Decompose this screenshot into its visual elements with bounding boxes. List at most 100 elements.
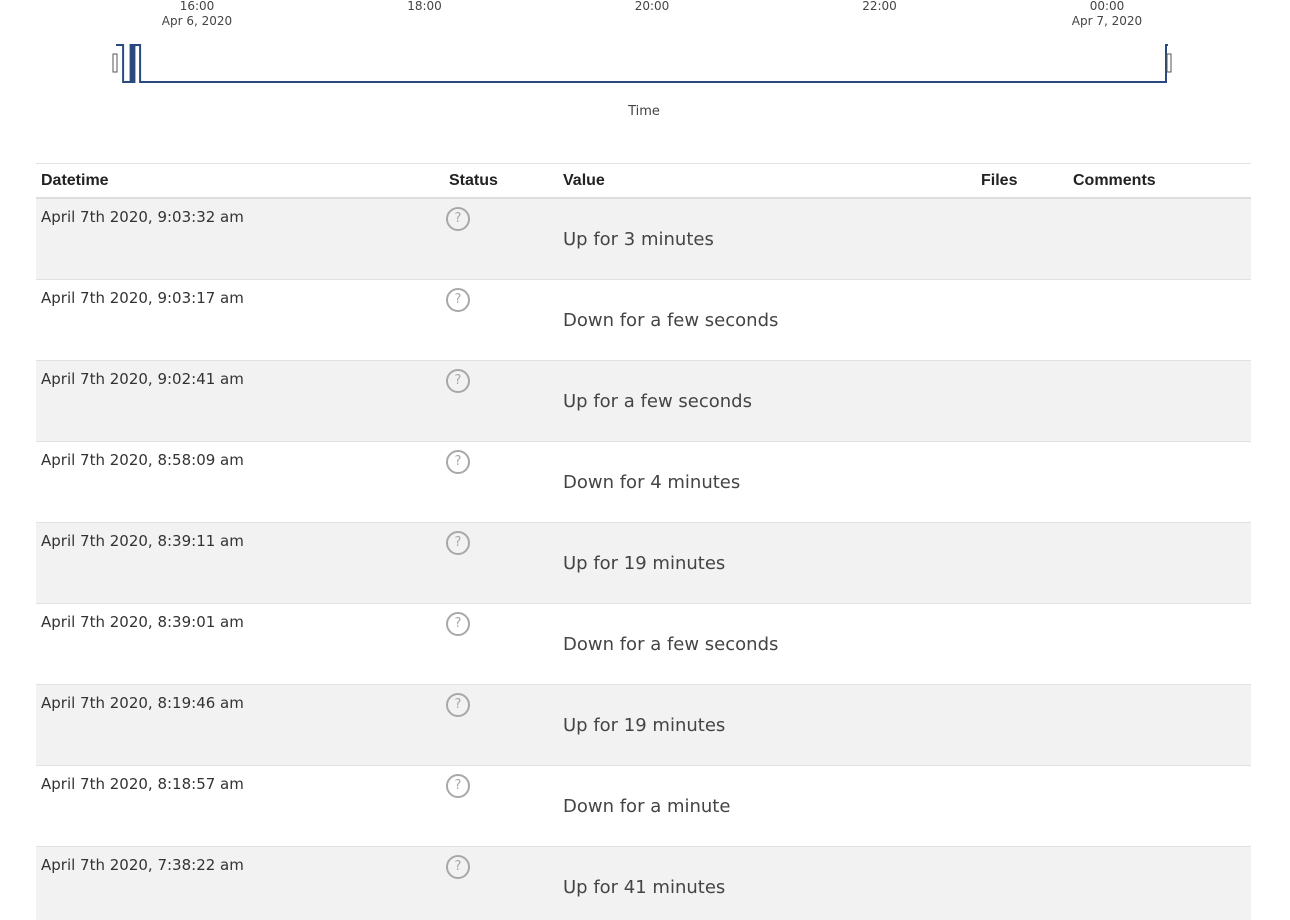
table-row[interactable]: April 7th 2020, 7:38:22 am? Up for 41 min… xyxy=(36,846,1251,920)
cell-status: ? xyxy=(444,522,558,603)
cell-files xyxy=(976,198,1068,279)
range-handle-left[interactable] xyxy=(112,53,118,73)
x-tick-label: 22:00 xyxy=(862,0,897,13)
cell-value: Up for 41 minutes xyxy=(558,846,976,920)
x-tick-label: 16:00 xyxy=(180,0,215,13)
table-body: April 7th 2020, 9:03:32 am? Up for 3 minu… xyxy=(36,198,1251,920)
datetime-text: April 7th 2020, 9:03:32 am xyxy=(41,208,244,226)
datetime-text: April 7th 2020, 8:58:09 am xyxy=(41,450,244,469)
table-row[interactable]: April 7th 2020, 8:18:57 am? Down for a mi… xyxy=(36,765,1251,846)
cell-comments xyxy=(1068,684,1251,765)
cell-datetime: April 7th 2020, 8:39:01 am xyxy=(36,603,444,684)
status-timeline-chart[interactable]: 16:00 Apr 6, 2020 18:00 20:00 22:00 00:00 Apr … xyxy=(0,0,1290,130)
question-circle-icon[interactable]: ? xyxy=(446,854,470,879)
cell-status: ? xyxy=(444,684,558,765)
cell-status: ? xyxy=(444,441,558,522)
cell-value: Down for a minute xyxy=(558,765,976,846)
cell-value: Up for 3 minutes xyxy=(558,198,976,279)
cell-comments xyxy=(1068,846,1251,920)
datetime-text: April 7th 2020, 9:03:17 am xyxy=(41,288,244,307)
cell-status: ? xyxy=(444,846,558,920)
datetime-text: April 7th 2020, 7:38:22 am xyxy=(41,855,244,874)
cell-status: ? xyxy=(444,603,558,684)
cell-comments xyxy=(1068,198,1251,279)
cell-comments xyxy=(1068,441,1251,522)
cell-datetime: April 7th 2020, 7:38:22 am xyxy=(36,846,444,920)
column-header-status[interactable]: Status xyxy=(444,163,558,199)
cell-comments xyxy=(1068,603,1251,684)
value-text: Down for a few seconds xyxy=(563,633,779,655)
table-row[interactable]: April 7th 2020, 9:03:32 am? Up for 3 minu… xyxy=(36,198,1251,279)
cell-value: Down for 4 minutes xyxy=(558,441,976,522)
cell-value: Up for 19 minutes xyxy=(558,522,976,603)
cell-files xyxy=(976,603,1068,684)
table-row[interactable]: April 7th 2020, 8:39:11 am? Up for 19 min… xyxy=(36,522,1251,603)
datetime-text: April 7th 2020, 8:18:57 am xyxy=(41,774,244,793)
question-circle-icon[interactable]: ? xyxy=(446,449,470,474)
question-circle-icon[interactable]: ? xyxy=(446,611,470,636)
cell-files xyxy=(976,522,1068,603)
cell-datetime: April 7th 2020, 8:19:46 am xyxy=(36,684,444,765)
cell-comments xyxy=(1068,522,1251,603)
cell-files xyxy=(976,360,1068,441)
question-circle-icon[interactable]: ? xyxy=(446,530,470,555)
cell-status: ? xyxy=(444,198,558,279)
x-tick-date-label: Apr 6, 2020 xyxy=(162,14,232,28)
range-handle-right[interactable] xyxy=(1166,53,1172,73)
column-header-comments[interactable]: Comments xyxy=(1068,163,1251,199)
table-row[interactable]: April 7th 2020, 8:19:46 am? Up for 19 min… xyxy=(36,684,1251,765)
table-row[interactable]: April 7th 2020, 9:03:17 am? Down for a fe… xyxy=(36,279,1251,360)
cell-datetime: April 7th 2020, 9:03:32 am xyxy=(36,198,444,279)
cell-files xyxy=(976,684,1068,765)
x-tick-label: 18:00 xyxy=(407,0,442,13)
datetime-text: April 7th 2020, 8:39:01 am xyxy=(41,612,244,631)
cell-value: Down for a few seconds xyxy=(558,279,976,360)
status-log-table: Datetime Status Value Files Comments Apr… xyxy=(36,163,1251,920)
value-text: Down for a minute xyxy=(563,795,731,817)
cell-datetime: April 7th 2020, 8:39:11 am xyxy=(36,522,444,603)
cell-files xyxy=(976,846,1068,920)
cell-value: Up for a few seconds xyxy=(558,360,976,441)
status-step-line xyxy=(116,44,1168,83)
value-text: Down for 4 minutes xyxy=(563,471,741,493)
cell-datetime: April 7th 2020, 9:02:41 am xyxy=(36,360,444,441)
cell-value: Down for a few seconds xyxy=(558,603,976,684)
cell-files xyxy=(976,441,1068,522)
table-header-row: Datetime Status Value Files Comments xyxy=(36,163,1251,199)
cell-status: ? xyxy=(444,279,558,360)
table-row[interactable]: April 7th 2020, 8:58:09 am? Down for 4 mi… xyxy=(36,441,1251,522)
question-circle-icon[interactable]: ? xyxy=(446,773,470,798)
cell-comments xyxy=(1068,279,1251,360)
datetime-text: April 7th 2020, 8:39:11 am xyxy=(41,531,244,550)
datetime-text: April 7th 2020, 8:19:46 am xyxy=(41,693,244,712)
cell-datetime: April 7th 2020, 8:58:09 am xyxy=(36,441,444,522)
value-text: Up for 19 minutes xyxy=(563,714,726,736)
cell-files xyxy=(976,279,1068,360)
question-circle-icon[interactable]: ? xyxy=(446,207,470,231)
value-text: Up for 19 minutes xyxy=(563,552,726,574)
x-tick-label: 00:00 xyxy=(1090,0,1125,13)
app-root: 16:00 Apr 6, 2020 18:00 20:00 22:00 00:00 Apr … xyxy=(0,0,1290,920)
value-text: Up for 3 minutes xyxy=(563,229,714,250)
column-header-value[interactable]: Value xyxy=(558,163,976,199)
cell-comments xyxy=(1068,360,1251,441)
question-circle-icon[interactable]: ? xyxy=(446,287,470,312)
x-axis-title: Time xyxy=(627,104,660,119)
column-header-datetime[interactable]: Datetime xyxy=(36,163,444,199)
cell-datetime: April 7th 2020, 9:03:17 am xyxy=(36,279,444,360)
x-tick-label: 20:00 xyxy=(635,0,670,13)
cell-files xyxy=(976,765,1068,846)
question-circle-icon[interactable]: ? xyxy=(446,368,470,393)
value-text: Up for 41 minutes xyxy=(563,876,726,898)
datetime-text: April 7th 2020, 9:02:41 am xyxy=(41,369,244,388)
table-row[interactable]: April 7th 2020, 9:02:41 am? Up for a few … xyxy=(36,360,1251,441)
value-text: Up for a few seconds xyxy=(563,390,752,412)
timeline-svg: 16:00Apr 6, 2020 18:00 20:00 22:00 00:00Apr … xyxy=(112,0,1172,119)
cell-value: Up for 19 minutes xyxy=(558,684,976,765)
column-header-files[interactable]: Files xyxy=(976,163,1068,199)
cell-comments xyxy=(1068,765,1251,846)
table-row[interactable]: April 7th 2020, 8:39:01 am? Down for a fe… xyxy=(36,603,1251,684)
x-tick-date-label: Apr 7, 2020 xyxy=(1072,14,1142,28)
question-circle-icon[interactable]: ? xyxy=(446,692,470,717)
value-text: Down for a few seconds xyxy=(563,309,779,331)
